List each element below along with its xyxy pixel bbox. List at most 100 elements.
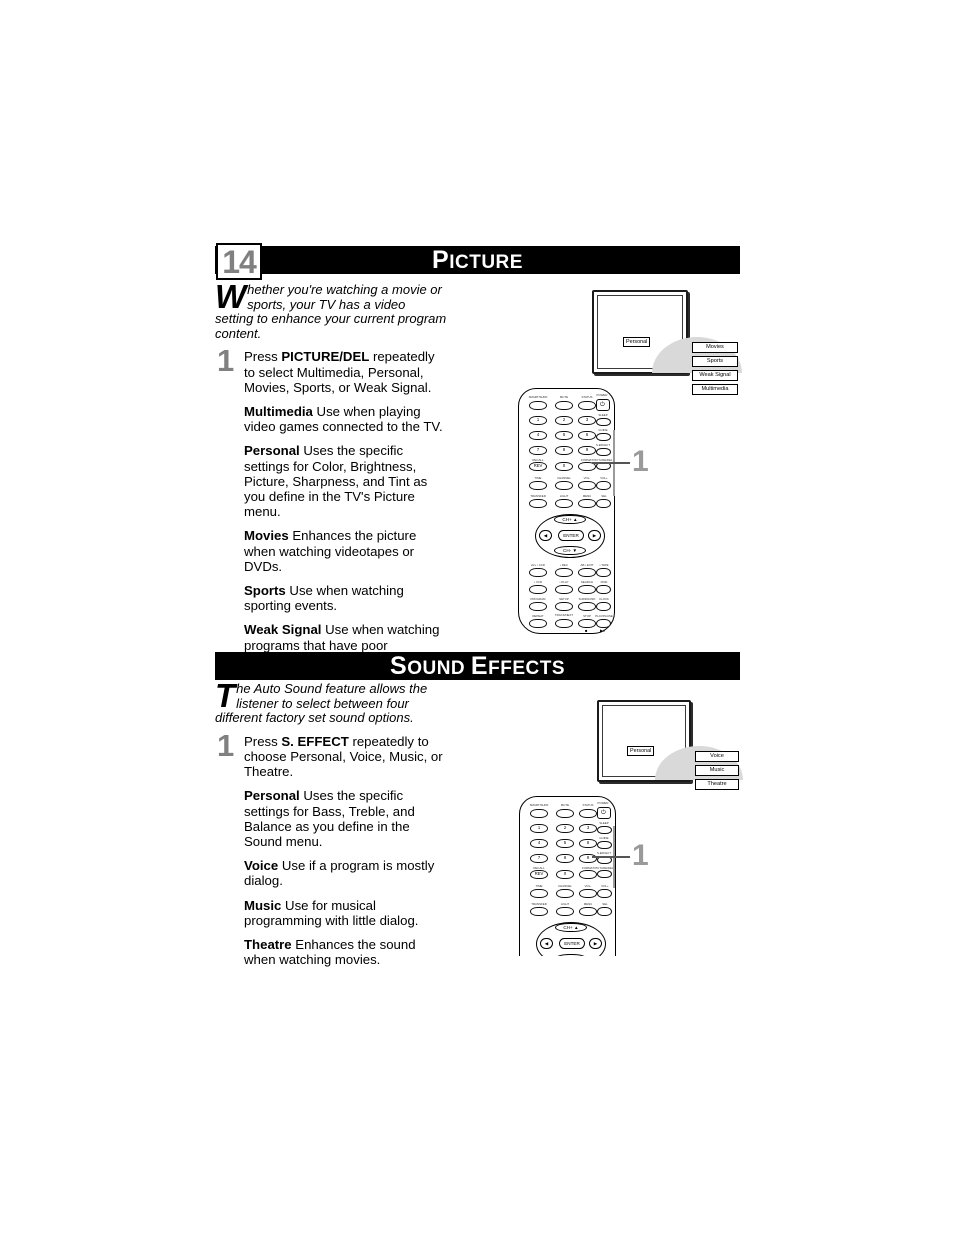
remote-button-play[interactable] <box>555 585 573 594</box>
remote-button-sleep[interactable] <box>596 418 611 426</box>
remote-label-setup: SETUP <box>559 597 569 601</box>
sound-remote-key-5-label: 5 <box>563 840 567 845</box>
picture-title-rest: icture <box>449 251 523 273</box>
sound-remote-button-format[interactable] <box>579 870 597 879</box>
sound-remote-button-picture-del[interactable] <box>597 870 612 878</box>
sound-power-icon: ⏻ <box>601 810 606 816</box>
remote-button-channel-down[interactable]: CH- ▼ <box>554 546 586 555</box>
remote-button-program[interactable] <box>529 602 547 611</box>
remote-button-tape[interactable] <box>596 568 611 577</box>
remote-key-8-label: 8 <box>562 447 566 452</box>
remote-button-channel-up[interactable]: CH+ ▲ <box>554 515 586 524</box>
remote-button-play-pause[interactable] <box>596 619 611 628</box>
remote-button-ab-exit[interactable] <box>578 568 596 577</box>
picture-step-1-number: 1 <box>217 343 235 379</box>
sound-remote-button-left[interactable]: ◀ <box>540 938 553 949</box>
sound-remote-button-mute[interactable] <box>556 809 574 818</box>
chapter-number: 14 <box>222 243 257 280</box>
remote-button-vol-up[interactable] <box>596 481 611 490</box>
sound-step-1-instruction: Press S. EFFECT repeatedly to choose Per… <box>244 734 447 780</box>
definition-movies-term: Movies <box>244 528 289 544</box>
remote-label-vol-up: VOL+ <box>600 476 608 480</box>
remote-button-transfer[interactable] <box>529 499 547 508</box>
sound-title-rest2: ffects <box>488 657 565 679</box>
remote-button-repeat[interactable] <box>529 619 547 628</box>
sound-remote-button-transfer[interactable] <box>530 907 548 916</box>
remote-button-setup[interactable] <box>555 602 573 611</box>
remote-button-smart-surf[interactable] <box>529 401 547 410</box>
remote-button-guide[interactable] <box>596 433 611 441</box>
remote-label-sel: SEL <box>601 494 607 498</box>
sound-remote-button-time[interactable] <box>530 889 548 898</box>
picture-text-column: Whether you're watching a movie or sport… <box>215 280 447 668</box>
manual-page: Picture 14 Whether you're watching a mov… <box>0 0 954 1235</box>
definition-sound-personal: Personal Uses the specific settings for … <box>244 788 447 849</box>
remote-button-clock[interactable] <box>596 602 611 611</box>
remote-button-light[interactable] <box>555 499 573 508</box>
remote-button-vcr[interactable] <box>529 585 547 594</box>
remote-button-track-next[interactable] <box>555 619 573 628</box>
picture-callout-number: 1 <box>632 445 649 478</box>
sound-option-voice: Voice <box>695 751 739 762</box>
sound-remote-key-1-label: 1 <box>537 825 541 830</box>
sound-title-capital: S <box>390 651 408 680</box>
picture-tv-illustration: Personal Movies Sports Weak Signal Multi… <box>592 290 742 395</box>
remote-label-channel: CHANNEL <box>557 476 571 480</box>
remote-label-vcr: • VCR <box>534 580 542 584</box>
sound-remote-button-vol-up[interactable] <box>597 889 612 898</box>
remote-button-find[interactable] <box>596 585 611 594</box>
remote-label-s-effect: S.EFFECT <box>596 443 610 447</box>
sound-remote-button-right[interactable]: ▶ <box>589 938 602 949</box>
stop-icon: ■ <box>585 628 588 633</box>
picture-section-title: Picture <box>432 247 523 273</box>
sound-remote-key-8-label: 8 <box>563 855 567 860</box>
remote-button-status[interactable] <box>578 401 596 410</box>
sound-step-1-number: 1 <box>217 727 235 763</box>
remote-button-sel[interactable] <box>596 499 611 508</box>
sound-remote-label-s-effect: S.EFFECT <box>597 851 611 855</box>
remote-button-surround[interactable] <box>578 602 596 611</box>
remote-key-0-label: 0 <box>562 463 566 468</box>
definition-sound-personal-term: Personal <box>244 788 300 804</box>
picture-step-1: 1 Press PICTURE/DEL repeatedly to select… <box>215 345 447 668</box>
chapter-number-badge: 14 <box>216 243 262 280</box>
remote-button-rec[interactable] <box>555 568 573 577</box>
remote-label-play-pause: PLAY/PAUSE <box>595 614 613 618</box>
remote-button-search[interactable] <box>578 585 596 594</box>
sound-remote-button-sel[interactable] <box>597 907 612 916</box>
remote-label-power: POWER <box>596 393 608 397</box>
remote-button-s-effect[interactable] <box>596 448 611 456</box>
remote-key-4-label: 4 <box>536 432 540 437</box>
remote-button-menu[interactable] <box>578 499 596 508</box>
remote-label-repeat: REPEAT <box>532 614 544 618</box>
remote-button-vol-down[interactable] <box>578 481 596 490</box>
sound-remote-button-channel-down[interactable]: CH- ▼ <box>555 954 587 956</box>
remote-label-tape: • TAPE <box>599 563 609 567</box>
remote-button-right[interactable]: ▶ <box>588 530 601 541</box>
remote-button-stop[interactable] <box>578 619 596 628</box>
sound-remote-button-channel[interactable] <box>556 889 574 898</box>
remote-button-time[interactable] <box>529 481 547 490</box>
remote-label-program: PROGRAM <box>530 597 546 601</box>
sound-option-music: Music <box>695 765 739 776</box>
sound-remote-button-sleep[interactable] <box>597 826 612 834</box>
remote-button-mute[interactable] <box>555 401 573 410</box>
remote-button-left[interactable]: ◀ <box>539 530 552 541</box>
sound-remote-button-smart-surf[interactable] <box>530 809 548 818</box>
sound-remote-button-status[interactable] <box>579 809 597 818</box>
remote-button-enter[interactable]: ENTER <box>558 530 584 541</box>
remote-label-transfer: TRANSFER <box>530 494 546 498</box>
sound-remote-button-light[interactable] <box>556 907 574 916</box>
sound-remote-button-enter[interactable]: ENTER <box>559 938 585 949</box>
sound-step-1-button: S. EFFECT <box>281 733 349 749</box>
sound-remote-button-menu[interactable] <box>579 907 597 916</box>
picture-option-sports: Sports <box>692 356 738 367</box>
sound-remote-button-channel-up[interactable]: CH+ ▲ <box>555 923 587 932</box>
sound-remote-button-vol-down[interactable] <box>579 889 597 898</box>
picture-osd-current-mode: Personal <box>623 337 651 347</box>
sound-remote-button-guide[interactable] <box>597 841 612 849</box>
picture-remote-illustration: SMART/SURF MUTE STATUS POWER ⏻ 1 2 3 SLE… <box>518 388 618 636</box>
remote-button-av-ccd[interactable] <box>529 568 547 577</box>
remote-label-rec: • REC <box>560 563 568 567</box>
remote-button-channel[interactable] <box>555 481 573 490</box>
